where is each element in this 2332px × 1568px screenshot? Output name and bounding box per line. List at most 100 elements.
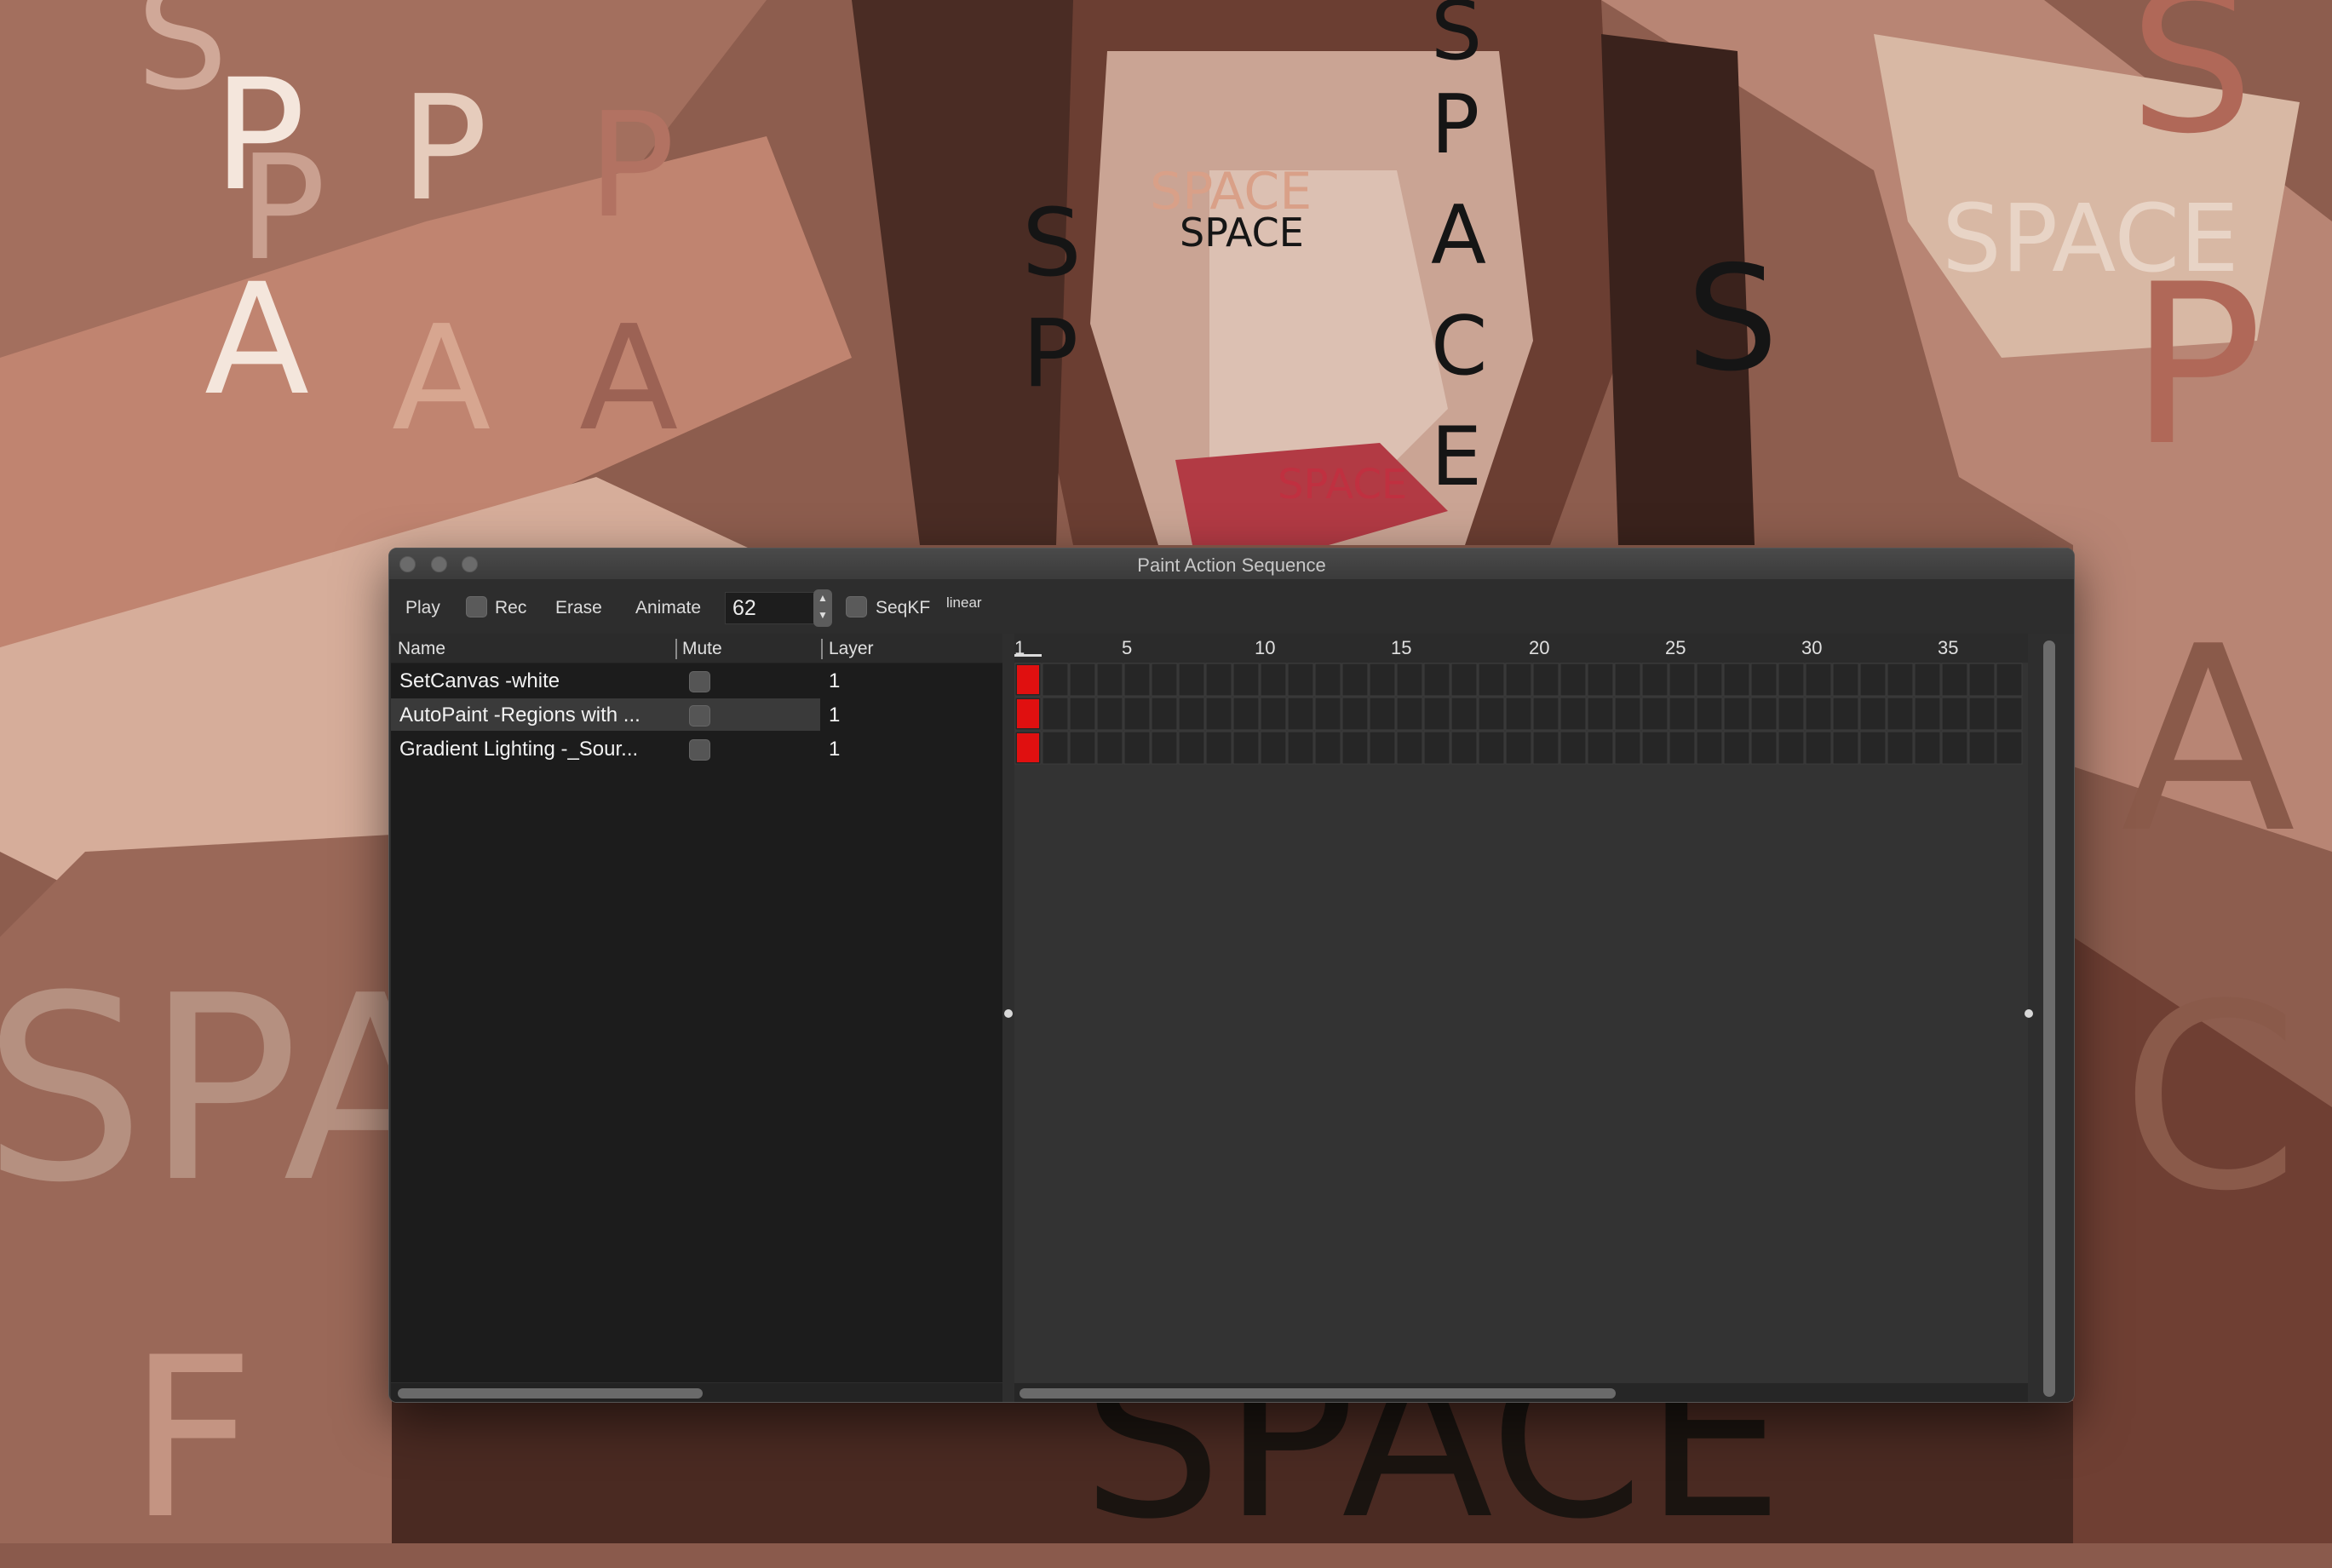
keyframe-cell[interactable]: [1287, 731, 1314, 765]
keyframe-cell[interactable]: [1750, 697, 1778, 731]
keyframe-cell[interactable]: [1205, 663, 1232, 697]
keyframe-cell[interactable]: [1287, 663, 1314, 697]
keyframe-cell[interactable]: [1941, 663, 1968, 697]
keyframe-cell[interactable]: [1996, 697, 2023, 731]
keyframe-cell[interactable]: [1151, 663, 1178, 697]
keyframe-cell[interactable]: [1314, 663, 1341, 697]
keyframe-cell[interactable]: [1341, 731, 1369, 765]
keyframe-cell[interactable]: [1669, 731, 1696, 765]
keyframe-cell[interactable]: [1505, 697, 1532, 731]
rec-label[interactable]: Rec: [495, 598, 526, 618]
mute-checkbox[interactable]: [689, 671, 710, 692]
keyframe-cell[interactable]: [1532, 697, 1559, 731]
action-row-selected[interactable]: AutoPaint -Regions with ... 1: [391, 698, 1002, 731]
keyframe-cell[interactable]: [1587, 663, 1614, 697]
keyframe-cell[interactable]: [1369, 663, 1396, 697]
scrollbar-thumb[interactable]: [1020, 1388, 1616, 1399]
rec-checkbox[interactable]: [466, 596, 487, 617]
keyframe-cell[interactable]: [1696, 731, 1723, 765]
chevron-down-icon[interactable]: ▼: [813, 606, 832, 623]
chevron-up-icon[interactable]: ▲: [813, 589, 832, 606]
keyframe-cell[interactable]: [1996, 663, 2023, 697]
keyframe-cell[interactable]: [1887, 663, 1914, 697]
scrollbar-thumb[interactable]: [398, 1388, 703, 1399]
play-button[interactable]: Play: [405, 598, 440, 618]
animate-frames-input[interactable]: [725, 592, 818, 624]
keyframe-timeline[interactable]: 1 5 10 15 20 25 30 35: [1014, 634, 2028, 1402]
keyframe-marker[interactable]: [1017, 665, 1039, 694]
keyframe-cell[interactable]: [1096, 697, 1123, 731]
keyframe-cell[interactable]: [1341, 663, 1369, 697]
mute-checkbox[interactable]: [689, 739, 710, 761]
animate-button[interactable]: Animate: [635, 598, 701, 618]
keyframe-cell[interactable]: [1178, 731, 1205, 765]
keyframe-cell[interactable]: [1369, 731, 1396, 765]
keyframe-cell[interactable]: [1450, 663, 1478, 697]
keyframe-cell[interactable]: [1178, 697, 1205, 731]
keyframe-cell[interactable]: [1069, 697, 1096, 731]
keyframe-cell[interactable]: [1641, 697, 1669, 731]
keyframe-cell[interactable]: [1314, 731, 1341, 765]
action-list-horizontal-scrollbar[interactable]: [391, 1382, 1002, 1402]
keyframe-cell[interactable]: [1287, 697, 1314, 731]
keyframe-cell[interactable]: [1669, 663, 1696, 697]
keyframe-cell[interactable]: [1423, 731, 1450, 765]
keyframe-cell[interactable]: [1641, 663, 1669, 697]
frame-ruler[interactable]: 1 5 10 15 20 25 30 35: [1014, 634, 2028, 663]
keyframe-cell[interactable]: [1968, 663, 1996, 697]
panel-splitter[interactable]: [1002, 634, 1014, 1402]
keyframe-cell[interactable]: [1614, 663, 1641, 697]
current-frame-marker[interactable]: [1014, 654, 1042, 657]
column-header-name[interactable]: Name: [398, 639, 445, 659]
keyframe-cell[interactable]: [1750, 663, 1778, 697]
keyframe-cell[interactable]: [1669, 697, 1696, 731]
keyframe-cell[interactable]: [1505, 731, 1532, 765]
keyframe-cell[interactable]: [1123, 697, 1151, 731]
keyframe-cell[interactable]: [1914, 663, 1941, 697]
keyframe-cell[interactable]: [1478, 731, 1505, 765]
title-bar[interactable]: Paint Action Sequence: [389, 549, 2074, 580]
keyframe-cell[interactable]: [1205, 697, 1232, 731]
keyframe-cell[interactable]: [1859, 663, 1887, 697]
keyframe-cell[interactable]: [1723, 663, 1750, 697]
keyframe-cell[interactable]: [1042, 697, 1069, 731]
mute-checkbox[interactable]: [689, 705, 710, 727]
keyframe-cell[interactable]: [1559, 663, 1587, 697]
keyframe-cell[interactable]: [1968, 697, 1996, 731]
keyframe-cell[interactable]: [1614, 697, 1641, 731]
keyframe-cell[interactable]: [1205, 731, 1232, 765]
keyframe-cell[interactable]: [1696, 663, 1723, 697]
keyframe-cell[interactable]: [1587, 731, 1614, 765]
keyframe-cell[interactable]: [1723, 731, 1750, 765]
action-row[interactable]: SetCanvas -white 1: [391, 664, 1002, 697]
keyframe-cell[interactable]: [1423, 663, 1450, 697]
keyframe-cell[interactable]: [1450, 731, 1478, 765]
column-divider[interactable]: [675, 639, 677, 659]
keyframe-cell[interactable]: [1887, 697, 1914, 731]
keyframe-cell[interactable]: [1096, 731, 1123, 765]
keyframe-cell[interactable]: [1914, 697, 1941, 731]
keyframe-cell[interactable]: [1532, 663, 1559, 697]
keyframe-cell[interactable]: [1232, 731, 1260, 765]
keyframe-cell[interactable]: [1505, 663, 1532, 697]
keyframe-cell[interactable]: [1478, 697, 1505, 731]
keyframe-grid[interactable]: [1014, 663, 2028, 765]
keyframe-cell[interactable]: [1096, 663, 1123, 697]
keyframe-cell[interactable]: [1914, 731, 1941, 765]
keyframe-marker[interactable]: [1017, 733, 1039, 762]
keyframe-cell[interactable]: [1151, 697, 1178, 731]
keyframe-cell[interactable]: [1968, 731, 1996, 765]
seqkf-checkbox[interactable]: [846, 596, 867, 617]
keyframe-cell[interactable]: [1151, 731, 1178, 765]
keyframe-cell[interactable]: [1423, 697, 1450, 731]
keyframe-cell[interactable]: [1805, 731, 1832, 765]
interpolation-mode-label[interactable]: linear: [946, 594, 982, 612]
keyframe-cell[interactable]: [1314, 697, 1341, 731]
keyframe-cell[interactable]: [1832, 697, 1859, 731]
column-header-layer[interactable]: Layer: [829, 639, 874, 659]
keyframe-cell[interactable]: [1778, 731, 1805, 765]
keyframe-cell[interactable]: [1750, 731, 1778, 765]
column-divider[interactable]: [821, 639, 823, 659]
keyframe-cell[interactable]: [1069, 731, 1096, 765]
keyframe-cell[interactable]: [1042, 663, 1069, 697]
